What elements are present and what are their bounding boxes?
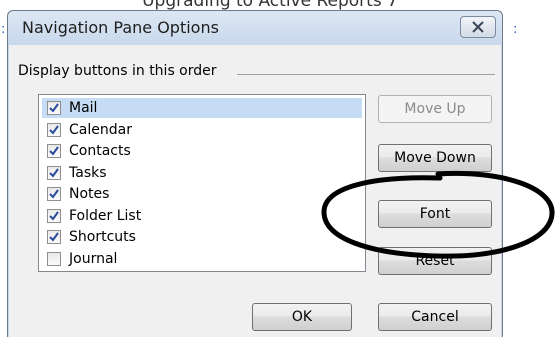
checkmark-icon [49, 124, 59, 135]
title-bar[interactable]: Navigation Pane Options [8, 11, 502, 45]
list-item-journal[interactable]: Journal [42, 249, 362, 269]
move-down-button[interactable]: Move Down [378, 144, 492, 172]
checkmark-icon [49, 103, 59, 113]
dialog-body: Display buttons in this order Mail Calend… [12, 45, 498, 337]
checkbox-checked[interactable] [47, 165, 61, 180]
list-item-shortcuts[interactable]: Shortcuts [42, 227, 362, 247]
list-item-calendar[interactable]: Calendar [42, 120, 362, 140]
reset-button[interactable]: Reset [378, 247, 492, 275]
group-label: Display buttons in this order [18, 63, 223, 79]
checkbox-checked[interactable] [47, 101, 61, 115]
cancel-button[interactable]: Cancel [378, 303, 492, 331]
navigation-pane-options-dialog: Navigation Pane Options Display buttons … [7, 10, 503, 337]
font-button[interactable]: Font [378, 200, 492, 228]
checkmark-icon [49, 210, 59, 221]
checkbox-checked[interactable] [47, 144, 61, 158]
list-item-tasks[interactable]: Tasks [42, 163, 362, 183]
list-item-notes[interactable]: Notes [42, 184, 362, 204]
list-item-label: Shortcuts [69, 229, 136, 245]
checkbox-unchecked[interactable] [47, 251, 61, 266]
close-button[interactable] [460, 16, 496, 38]
dialog-title: Navigation Pane Options [22, 18, 219, 37]
checkmark-icon [49, 167, 59, 178]
list-item-label: Calendar [69, 121, 132, 138]
list-item-mail[interactable]: Mail [42, 98, 362, 118]
background-link-marker: : [513, 22, 518, 37]
checkbox-checked[interactable] [47, 187, 61, 201]
list-item-label: Tasks [69, 164, 107, 181]
list-item-label: Folder List [69, 207, 142, 224]
close-icon [472, 21, 484, 33]
list-item-label: Contacts [69, 143, 131, 159]
group-divider [237, 74, 495, 75]
checkmark-icon [49, 146, 59, 156]
ok-button[interactable]: OK [252, 303, 352, 331]
checkbox-checked[interactable] [47, 122, 61, 137]
buttons-order-listbox[interactable]: Mail Calendar Contacts Tasks Notes Folder Lis… [38, 94, 366, 272]
checkmark-icon [49, 232, 59, 242]
move-up-button[interactable]: Move Up [378, 95, 492, 123]
checkbox-checked[interactable] [47, 208, 61, 223]
list-item-folder-list[interactable]: Folder List [42, 206, 362, 226]
checkmark-icon [49, 189, 59, 199]
list-item-label: Notes [69, 186, 110, 202]
background-link-marker: : [1, 22, 6, 37]
list-item-label: Journal [69, 250, 118, 267]
list-item-label: Mail [69, 100, 98, 116]
list-item-contacts[interactable]: Contacts [42, 141, 362, 161]
checkbox-checked[interactable] [47, 230, 61, 244]
